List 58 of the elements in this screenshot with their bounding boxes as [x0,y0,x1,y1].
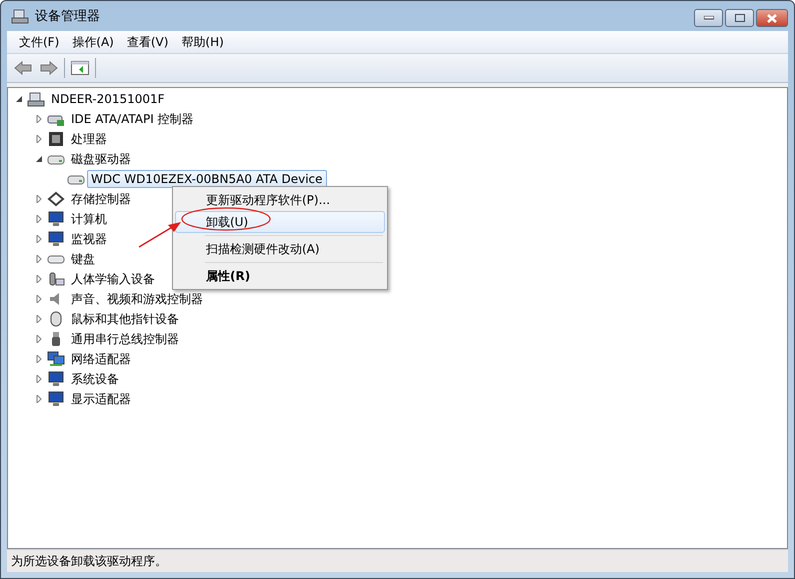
context-menu-item[interactable]: 属性(R) [175,265,385,287]
expand-toggle[interactable] [34,214,44,224]
tree-item[interactable]: 键盘 [67,248,99,270]
tree-item[interactable]: 计算机 [67,208,111,230]
expand-toggle[interactable] [34,274,44,284]
context-menu-item[interactable]: 卸载(U) [175,211,385,233]
context-menu-item[interactable]: 更新驱动程序软件(P)... [175,189,385,211]
joystick-icon [47,271,65,287]
tree-item[interactable]: 监视器 [67,228,111,250]
expand-toggle[interactable] [34,294,44,304]
tree-item[interactable]: 人体学输入设备 [67,268,159,290]
menu-item[interactable]: 帮助(H) [177,34,233,50]
tree-item[interactable]: IDE ATA/ATAPI 控制器 [67,108,198,130]
menu-item[interactable]: 操作(A) [68,34,123,50]
monitor-icon [47,231,65,247]
status-text: 为所选设备卸载该驱动程序。 [11,552,167,570]
tree-item[interactable]: 网络适配器 [67,348,135,370]
tree-item[interactable]: 通用串行总线控制器 [67,328,183,350]
minimize-button[interactable] [694,9,723,27]
maximize-icon [734,14,744,22]
expand-toggle[interactable] [34,234,44,244]
expand-toggle[interactable] [34,334,44,344]
computer-icon [11,8,29,24]
expand-toggle[interactable] [34,254,44,264]
annotation-arrow [138,222,181,248]
tree-item[interactable]: 存储控制器 [67,188,135,210]
tree-item[interactable]: 磁盘驱动器 [67,148,135,170]
tree-item[interactable]: 声音、视频和游戏控制器 [67,288,207,310]
maximize-button[interactable] [725,9,754,27]
chip-icon [47,131,65,147]
minimize-icon [704,16,714,20]
menu-item[interactable]: 查看(V) [122,34,178,50]
close-icon [767,14,777,22]
storage-icon [47,191,65,207]
expand-toggle[interactable] [34,314,44,324]
expand-toggle[interactable] [34,134,44,144]
tree-item[interactable]: 鼠标和其他指针设备 [67,308,183,330]
computer-icon [27,91,45,107]
expand-toggle[interactable] [34,154,44,164]
expand-toggle[interactable] [34,354,44,364]
monitor-icon [47,391,65,407]
tree-item[interactable]: 处理器 [67,128,111,150]
network-icon [47,351,65,367]
monitor-icon [47,371,65,387]
menu-item[interactable]: 文件(F) [15,34,68,50]
expand-toggle[interactable] [34,374,44,384]
context-menu-item[interactable]: 扫描检测硬件改动(A) [175,238,385,260]
expand-toggle[interactable] [34,194,44,204]
tree-item[interactable]: 显示适配器 [67,388,135,410]
tree-item[interactable]: NDEER-20151001F [47,90,169,108]
monitor-icon [47,211,65,227]
expand-toggle[interactable] [34,114,44,124]
tree-item[interactable]: WDC WD10EZEX-00BN5A0 ATA Device [87,170,327,188]
expand-toggle[interactable] [34,394,44,404]
tree-item[interactable]: 系统设备 [67,368,123,390]
expand-toggle[interactable] [14,94,24,104]
close-button[interactable] [756,9,788,27]
window-title: 设备管理器 [35,8,100,25]
